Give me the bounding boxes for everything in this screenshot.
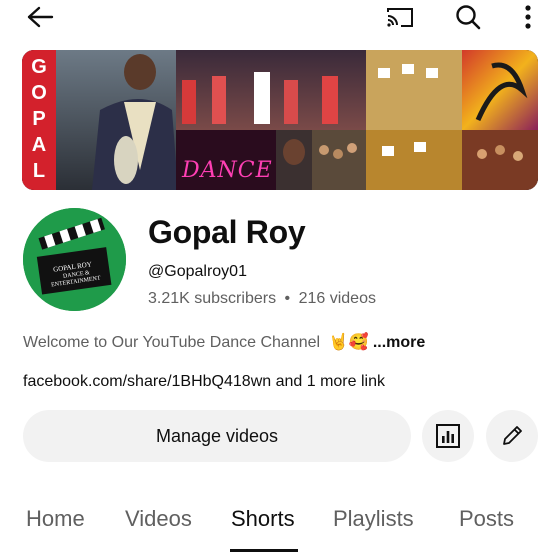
pencil-icon <box>503 426 522 445</box>
arrow-left-icon <box>27 6 54 28</box>
channel-banner[interactable]: G O P A L DANCE <box>22 50 538 190</box>
description-text: Welcome to Our YouTube Dance Channel <box>23 334 321 351</box>
channel-description[interactable]: Welcome to Our YouTube Dance Channel 🤘🥰 … <box>23 332 425 352</box>
banner-collage <box>22 50 538 190</box>
clapperboard-icon <box>23 208 126 311</box>
analytics-button[interactable] <box>422 410 474 462</box>
tab-playlists[interactable]: Playlists <box>333 506 414 532</box>
channel-links[interactable]: facebook.com/share/1BHbQ418wn and 1 more… <box>23 373 385 391</box>
back-button[interactable] <box>20 0 60 34</box>
search-icon <box>456 5 481 30</box>
channel-name: Gopal Roy <box>148 214 306 250</box>
subscriber-count: 3.21K subscribers <box>148 290 277 307</box>
banner-letter: G <box>31 56 47 78</box>
active-tab-indicator <box>230 549 298 552</box>
channel-handle: @Gopalroy01 <box>148 263 247 280</box>
banner-letter: P <box>32 108 46 130</box>
banner-letter: A <box>31 134 47 156</box>
stats-separator: • <box>284 290 291 307</box>
edit-channel-button[interactable] <box>486 410 538 462</box>
tab-videos[interactable]: Videos <box>125 506 192 532</box>
more-options-button[interactable] <box>508 0 548 34</box>
tab-shorts[interactable]: Shorts <box>231 506 295 532</box>
tab-posts[interactable]: Posts <box>459 506 514 532</box>
top-app-bar <box>0 0 560 36</box>
description-more-link[interactable]: ...more <box>373 334 425 351</box>
analytics-icon <box>436 424 460 448</box>
description-emoji: 🤘🥰 <box>328 334 369 351</box>
channel-avatar[interactable]: GOPAL ROY DANCE & ENTERTAINMENT <box>23 208 126 311</box>
tab-home[interactable]: Home <box>26 506 85 532</box>
banner-letter: L <box>32 160 46 182</box>
banner-neon-text: DANCE <box>182 158 273 183</box>
channel-stats: 3.21K subscribers • 216 videos <box>148 290 376 308</box>
search-button[interactable] <box>448 0 488 34</box>
cast-icon <box>387 8 413 27</box>
banner-vertical-text: G O P A L <box>28 54 50 184</box>
video-count: 216 videos <box>298 290 376 307</box>
more-vertical-icon <box>525 5 531 29</box>
banner-letter: O <box>31 82 47 104</box>
cast-button[interactable] <box>380 0 420 34</box>
manage-videos-button[interactable]: Manage videos <box>23 410 411 462</box>
